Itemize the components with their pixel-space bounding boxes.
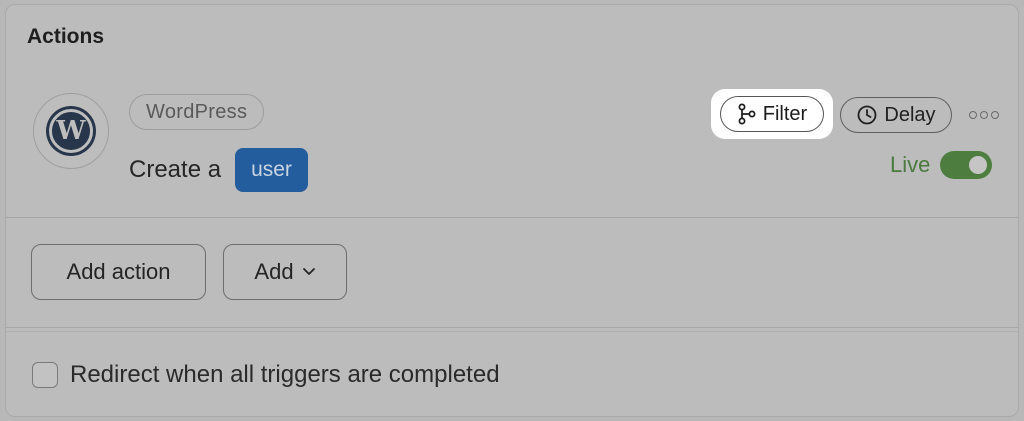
more-dot: [969, 111, 977, 119]
filter-label: Filter: [762, 102, 808, 125]
add-dropdown-button[interactable]: Add: [223, 244, 347, 300]
more-options-icon[interactable]: [967, 106, 1001, 124]
app-name-chip[interactable]: WordPress: [129, 94, 265, 130]
app-logo: W: [33, 93, 109, 169]
redirect-option: Redirect when all triggers are completed: [32, 361, 500, 389]
redirect-label[interactable]: Redirect when all triggers are completed: [70, 361, 500, 389]
delay-button[interactable]: Delay: [840, 97, 952, 133]
section-title: Actions: [27, 25, 105, 48]
add-action-button[interactable]: Add action: [31, 244, 206, 300]
divider: [6, 331, 1018, 332]
action-prefix: Create a: [129, 156, 222, 183]
action-field-chip[interactable]: user: [235, 148, 308, 192]
toggle-knob: [969, 156, 988, 174]
branch-icon: [737, 103, 757, 125]
action-description: Create a user: [129, 148, 308, 192]
divider: [6, 217, 1018, 218]
wordpress-icon: W: [49, 109, 93, 153]
live-label: Live: [890, 152, 931, 177]
filter-button[interactable]: Filter: [720, 96, 824, 132]
more-dot: [980, 111, 988, 119]
clock-icon: [856, 104, 878, 126]
chevron-down-icon: [302, 267, 316, 277]
add-label: Add: [254, 259, 294, 284]
redirect-checkbox[interactable]: [32, 362, 58, 388]
actions-panel: Actions W WordPress Create a user Filter: [5, 4, 1019, 417]
delay-label: Delay: [884, 103, 936, 126]
live-toggle[interactable]: [940, 151, 993, 179]
divider: [6, 327, 1018, 328]
more-dot: [991, 111, 999, 119]
filter-highlight: Filter: [711, 89, 833, 139]
live-status: Live: [890, 151, 993, 179]
